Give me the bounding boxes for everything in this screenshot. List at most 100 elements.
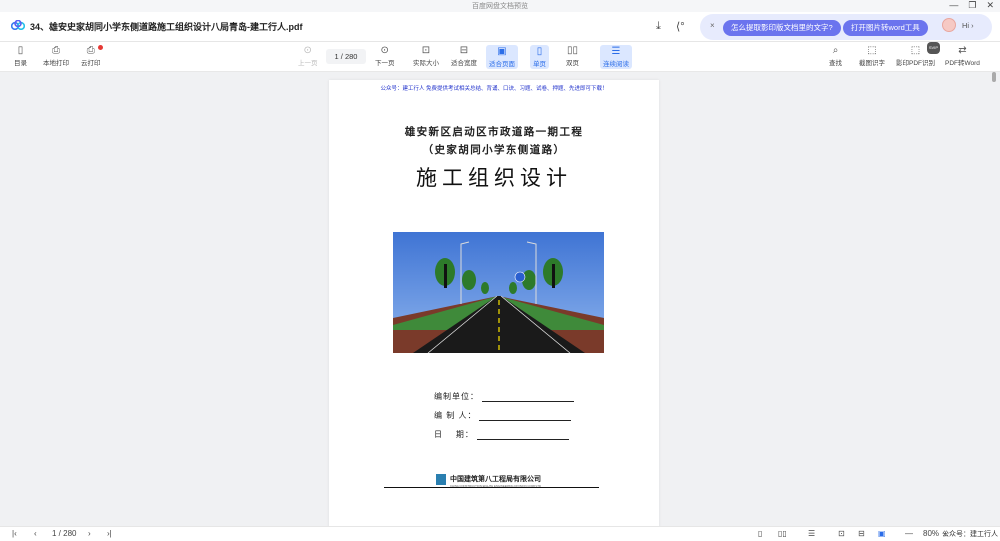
field-line	[482, 401, 574, 402]
window-title: 百度网盘文档预览	[472, 3, 528, 10]
double-view-icon[interactable]: ▯▯	[778, 529, 787, 538]
download-icon[interactable]: ⤓	[656, 20, 661, 33]
field-line	[476, 439, 569, 440]
single-page-button[interactable]: ▯ 单页	[530, 45, 549, 69]
prev-page-label: 上一页	[298, 60, 318, 67]
fit-page-button[interactable]: ▣ 适合页面	[486, 45, 518, 69]
company-underline	[384, 487, 599, 488]
window-controls: — ❐ ✕	[949, 0, 994, 11]
greeting-text: Hi	[962, 21, 970, 30]
last-page-icon[interactable]: ›|	[107, 529, 112, 538]
fit-width-button[interactable]: ⊟ 适合宽度	[451, 45, 477, 67]
first-page-icon[interactable]: |‹	[12, 529, 17, 538]
company-name-cn: 中国建筑第八工程局有限公司	[450, 476, 541, 483]
next-page-label: 下一页	[375, 60, 395, 67]
reader-toolbar: ▯ 目录 ⎙ 本地打印 ⎙ 云打印 ⊙ 上一页 1 / 280 ⊙ 下一页 ⊡ 实际大小 ⊟…	[0, 42, 1000, 72]
double-page-label: 双页	[566, 60, 579, 67]
continuous-icon: ☰	[611, 46, 621, 57]
prev-page-icon[interactable]: ‹	[34, 529, 37, 538]
screenshot-ocr-button[interactable]: ⬚ 截图识字	[859, 45, 885, 67]
catalog-button[interactable]: ▯ 目录	[14, 45, 27, 67]
arrow-up-icon: ⊙	[303, 45, 312, 56]
page-notice: 公众号：建工行人 免费提供考试相关总结、背诵、口诀、习题、试卷、押题、先进即可下…	[380, 86, 608, 92]
actual-size-button[interactable]: ⊡ 实际大小	[413, 45, 439, 67]
road-image	[393, 232, 604, 353]
vertical-scrollbar[interactable]	[992, 72, 997, 526]
company-logo-icon	[436, 474, 446, 485]
search-icon: ⌕	[832, 45, 839, 56]
cloud-print-label: 云打印	[81, 60, 101, 67]
field-compiler-unit-label: 编制单位：	[434, 392, 479, 401]
single-view-icon[interactable]: ▯	[758, 529, 762, 538]
convert-icon: ⇄	[958, 45, 967, 56]
field-compiler-unit: 编制单位：	[434, 391, 574, 402]
cloud-print-button[interactable]: ⎙ 云打印	[81, 45, 103, 67]
local-print-label: 本地打印	[43, 60, 69, 67]
local-print-button[interactable]: ⎙ 本地打印	[43, 45, 69, 67]
baidu-netdisk-logo-icon	[11, 20, 25, 30]
zoom-out-button[interactable]: —	[905, 529, 913, 538]
assistant-avatar[interactable]	[942, 18, 956, 32]
pdf-to-word-button[interactable]: ⇄ PDF转Word	[945, 45, 980, 67]
field-line	[479, 420, 572, 421]
continuous-label: 连续阅读	[603, 61, 629, 68]
fit-width-icon: ⊟	[459, 45, 469, 56]
find-button[interactable]: ⌕ 查找	[829, 45, 842, 67]
arrow-down-icon: ⊙	[380, 45, 389, 56]
continuous-read-button[interactable]: ☰ 连续阅读	[600, 45, 632, 69]
bottom-page-indicator[interactable]: 1 / 280	[52, 529, 76, 538]
pdf-to-word-label: PDF转Word	[945, 60, 980, 67]
pdf-ocr-label: 影印PDF识别	[896, 60, 935, 67]
fit-width-label: 适合宽度	[451, 60, 477, 67]
pdf-ocr-icon: ⬚ SVIP	[896, 42, 940, 57]
single-page-icon: ▯	[536, 46, 543, 57]
document-heading: 施工组织设计	[416, 166, 572, 190]
project-subtitle: （史家胡同小学东侧道路）	[422, 144, 566, 156]
field-compiler-label: 编 制 人：	[434, 411, 477, 420]
catalog-label: 目录	[14, 60, 27, 67]
catalog-icon: ▯	[17, 45, 24, 56]
single-page-label: 单页	[533, 61, 546, 68]
page-total: 280	[344, 52, 358, 61]
field-compiler: 编 制 人：	[434, 410, 572, 421]
company-name: 中国建筑第八工程局有限公司 CHINA CONSTRUCTION EIGHTH E…	[450, 474, 541, 488]
prev-page-button[interactable]: ⊙ 上一页	[298, 45, 318, 67]
share-icon[interactable]: ⟨°	[676, 20, 685, 33]
notification-dot	[97, 45, 103, 50]
cloud-printer-icon: ⎙	[81, 45, 103, 57]
double-page-icon: ▯▯	[566, 45, 578, 56]
double-page-button[interactable]: ▯▯ 双页	[566, 45, 579, 67]
svip-badge: SVIP	[926, 42, 940, 54]
field-date: 日 期：	[434, 429, 569, 440]
ai-question-button[interactable]: 怎么提取影印版文档里的文字?	[723, 20, 841, 36]
ocr-tool-button[interactable]: 打开图片转word工具	[843, 20, 928, 36]
document-viewer[interactable]: 公众号：建工行人 免费提供考试相关总结、背诵、口诀、习题、试卷、押题、先进即可下…	[0, 72, 1000, 526]
pdf-ocr-button[interactable]: ⬚ SVIP 影印PDF识别	[896, 42, 940, 67]
minimize-icon[interactable]: —	[949, 0, 958, 11]
window-titlebar: 百度网盘文档预览 — ❐ ✕	[0, 0, 1000, 12]
pdf-page: 公众号：建工行人 免费提供考试相关总结、背诵、口诀、习题、试卷、押题、先进即可下…	[329, 80, 659, 526]
next-page-button[interactable]: ⊙ 下一页	[375, 45, 395, 67]
page-current: 1	[334, 52, 339, 61]
ai-bar-close-icon[interactable]: ×	[710, 21, 715, 30]
screenshot-icon: ⬚	[867, 45, 877, 56]
document-title: 34、雄安史家胡同小学东侧道路施工组织设计八局青岛-建工行人.pdf	[30, 22, 303, 32]
fit-page-label: 适合页面	[489, 61, 515, 68]
next-page-icon[interactable]: ›	[88, 529, 91, 538]
restore-icon[interactable]: ❐	[968, 0, 976, 11]
find-label: 查找	[829, 60, 842, 67]
fit-page-small-icon[interactable]: ▣	[878, 529, 886, 538]
printer-icon: ⎙	[52, 45, 60, 56]
assistant-greeting[interactable]: Hi ›	[962, 21, 974, 30]
actual-size-icon: ⊡	[421, 45, 431, 56]
fit-width-small-icon[interactable]: ⊟	[858, 529, 865, 538]
scroll-view-icon[interactable]: ☰	[808, 529, 815, 538]
watermark: 公众号：建工行人	[942, 531, 998, 538]
zoom-level: 80%	[923, 529, 940, 538]
scrollbar-thumb[interactable]	[992, 72, 996, 82]
actual-size-small-icon[interactable]: ⊡	[838, 529, 845, 538]
close-icon[interactable]: ✕	[986, 0, 994, 11]
bottom-bar: |‹ ‹ 1 / 280 › ›| ▯ ▯▯ ☰ ⊡ ⊟ ▣ — 80% +	[0, 526, 1000, 541]
project-title: 雄安新区启动区市政道路一期工程	[404, 126, 584, 138]
page-number-input[interactable]: 1 / 280	[326, 49, 366, 64]
